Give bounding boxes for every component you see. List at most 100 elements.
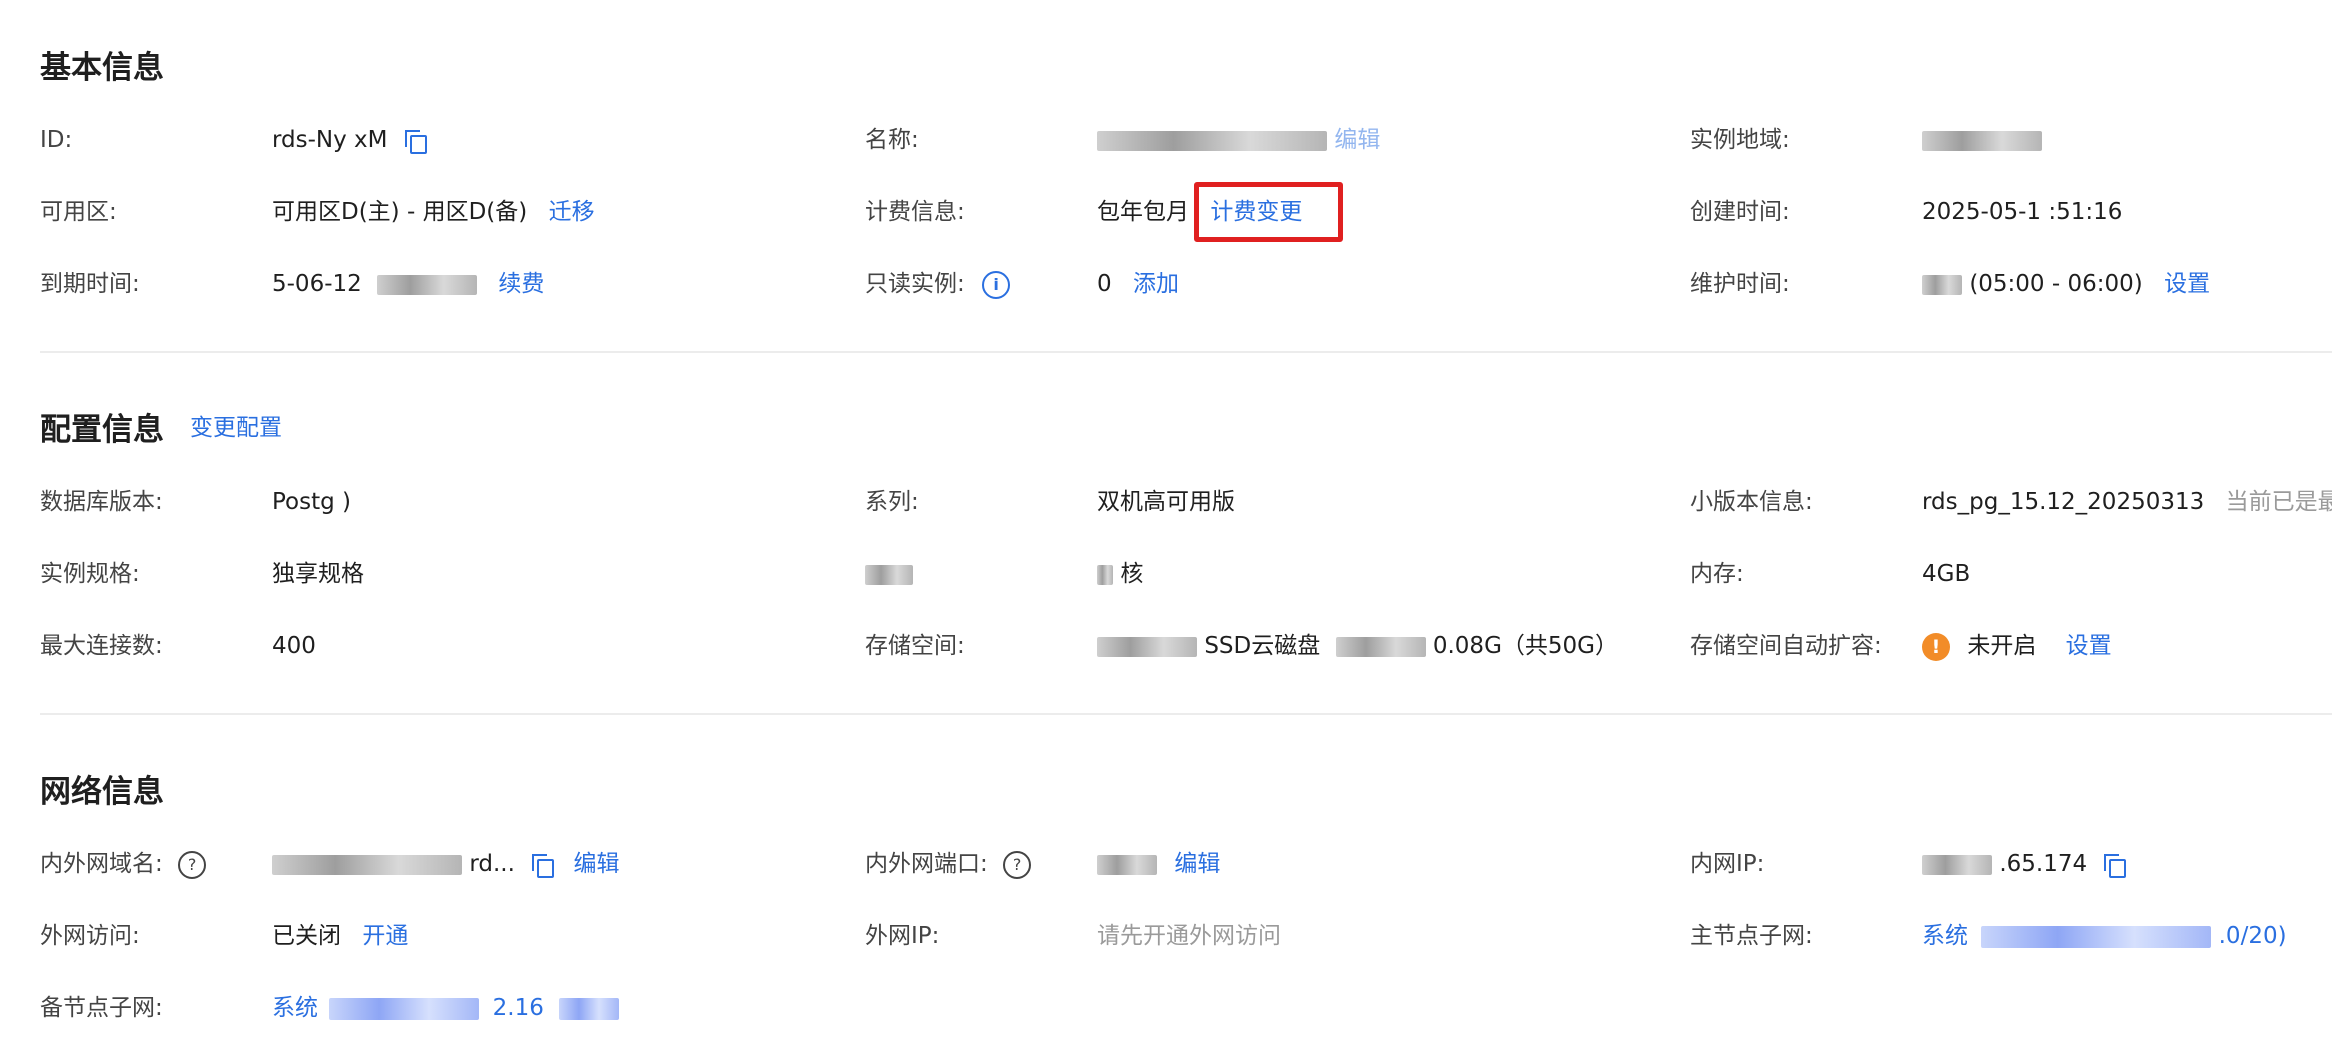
- id-value: rds-Ny xM: [272, 127, 388, 153]
- port-label-wrap: 内外网端口: ?: [865, 844, 1032, 884]
- spec-field: 独享规格: [272, 554, 364, 594]
- wanip-value: 请先开通外网访问: [1097, 923, 1281, 949]
- config-change-wrap: 变更配置: [190, 408, 282, 448]
- region-label: 实例地域:: [1690, 127, 1790, 153]
- storage-value: SSD云磁盘: [1204, 633, 1321, 659]
- highlight-box: [1194, 182, 1343, 242]
- wanip-field: 请先开通外网访问: [1097, 916, 1281, 956]
- created-field: 2025-05-1 :51:16: [1922, 192, 2122, 232]
- standby-subnet-label: 备节点子网:: [40, 995, 163, 1021]
- port-masked: [1097, 854, 1157, 875]
- minor-field: rds_pg_15.12_20250313 当前已是最: [1922, 482, 2332, 522]
- readonly-field: 0 添加: [1097, 264, 1179, 304]
- dbver-value: Postg ): [272, 489, 352, 515]
- dbver-label: 数据库版本:: [40, 489, 163, 515]
- wan-field: 已关闭 开通: [272, 916, 408, 956]
- expire-field: 5-06-12 续费: [272, 264, 544, 304]
- port-edit-link[interactable]: 编辑: [1174, 851, 1220, 877]
- standby-subnet-value[interactable]: 系统: [272, 995, 318, 1021]
- standby-subnet-field: 系统 2.16: [272, 988, 620, 1028]
- maxconn-field: 400: [272, 626, 316, 666]
- standby-subnet-mid[interactable]: 2.16: [493, 995, 544, 1021]
- master-subnet-label: 主节点子网:: [1690, 923, 1813, 949]
- domain-masked: [272, 854, 462, 875]
- mem-field: 4GB: [1922, 554, 1970, 594]
- ip-label: 内网IP:: [1690, 851, 1765, 877]
- cpu-value-masked: [1097, 564, 1113, 585]
- spec-value: 独享规格: [272, 561, 364, 587]
- zone-label: 可用区:: [40, 199, 117, 225]
- maint-masked: [1922, 274, 1962, 295]
- master-subnet-field: 系统 .0/20): [1922, 916, 2287, 956]
- wan-value: 已关闭: [272, 923, 341, 949]
- expire-masked: [377, 274, 478, 295]
- zone-migrate-link[interactable]: 迁移: [549, 199, 595, 225]
- autoexp-label: 存储空间自动扩容:: [1690, 633, 1882, 659]
- minor-note: 当前已是最: [2225, 489, 2332, 515]
- expire-label: 到期时间:: [40, 271, 140, 297]
- storage-used: 0.08G（共50G）: [1432, 633, 1618, 659]
- storage-field: SSD云磁盘 0.08G（共50G）: [1097, 626, 1618, 666]
- info-icon[interactable]: i: [982, 270, 1011, 299]
- port-label: 内外网端口:: [865, 851, 988, 877]
- spec-label: 实例规格:: [40, 561, 140, 587]
- copy-icon[interactable]: [2104, 853, 2127, 878]
- created-label: 创建时间:: [1690, 199, 1790, 225]
- domain-label: 内外网域名:: [40, 851, 163, 877]
- domain-edit-link[interactable]: 编辑: [574, 851, 620, 877]
- divider-1: [40, 351, 2332, 353]
- dbver-field: Postg ): [272, 482, 351, 522]
- config-change-link[interactable]: 变更配置: [190, 415, 282, 441]
- master-subnet-masked: [1981, 925, 2212, 948]
- mem-value: 4GB: [1922, 561, 1971, 587]
- readonly-label: 只读实例:: [865, 271, 965, 297]
- autoexp-value: 未开启: [1967, 633, 2037, 659]
- question-icon[interactable]: ?: [1003, 850, 1032, 879]
- copy-icon[interactable]: [404, 129, 427, 154]
- section-title-basic: 基本信息: [40, 50, 164, 86]
- storage-masked-2: [1335, 636, 1426, 657]
- maint-label: 维护时间:: [1690, 264, 1790, 304]
- wanip-label: 外网IP:: [865, 923, 940, 949]
- maint-label-text: 维护时间:: [1690, 271, 1790, 297]
- section-title-network: 网络信息: [40, 774, 164, 810]
- standby-subnet-masked-1: [329, 997, 480, 1020]
- maint-set-link[interactable]: 设置: [2164, 271, 2210, 297]
- zone-field: 可用区D(主) - 用区D(备) 迁移: [272, 192, 595, 232]
- name-field: 编辑: [1097, 120, 1380, 160]
- cpu-value: 核: [1120, 561, 1144, 587]
- id-field: rds-Ny xM: [272, 120, 427, 160]
- domain-label-wrap: 内外网域名: ?: [40, 844, 207, 884]
- wan-open-link[interactable]: 开通: [362, 923, 408, 949]
- renew-link[interactable]: 续费: [498, 271, 544, 297]
- minor-value: rds_pg_15.12_20250313: [1922, 489, 2205, 515]
- cpu-label-wrap: [865, 554, 913, 594]
- series-label: 系列:: [865, 489, 919, 515]
- created-value: 2025-05-1 :51:16: [1922, 199, 2123, 225]
- billing-label: 计费信息:: [865, 199, 965, 225]
- series-field: 双机高可用版: [1097, 482, 1235, 522]
- zone-value: 可用区D(主) - 用区D(备): [272, 199, 528, 225]
- storage-label: 存储空间:: [865, 633, 965, 659]
- series-value: 双机高可用版: [1097, 489, 1235, 515]
- master-subnet-tail[interactable]: .0/20): [2219, 923, 2287, 949]
- master-subnet-value[interactable]: 系统: [1922, 923, 1968, 949]
- billing-value: 包年包月: [1097, 199, 1189, 225]
- question-icon[interactable]: ?: [178, 850, 207, 879]
- maint-field: (05:00 - 06:00) 设置: [1922, 264, 2210, 304]
- ip-masked: [1922, 854, 1992, 875]
- maxconn-value: 400: [272, 633, 316, 659]
- name-label: 名称:: [865, 127, 919, 153]
- autoexp-set-link[interactable]: 设置: [2066, 633, 2112, 659]
- autoexp-field: ! 未开启 设置: [1922, 626, 2112, 666]
- region-field: [1922, 120, 2042, 160]
- id-label: ID:: [40, 127, 73, 153]
- name-edit-link[interactable]: 编辑: [1334, 127, 1380, 153]
- name-value-masked: [1097, 130, 1327, 151]
- copy-icon[interactable]: [532, 853, 555, 878]
- readonly-add-link[interactable]: 添加: [1133, 271, 1179, 297]
- divider-2: [40, 713, 2332, 715]
- wan-label: 外网访问:: [40, 923, 140, 949]
- ip-value: .65.174: [1999, 851, 2088, 877]
- maxconn-label: 最大连接数:: [40, 633, 163, 659]
